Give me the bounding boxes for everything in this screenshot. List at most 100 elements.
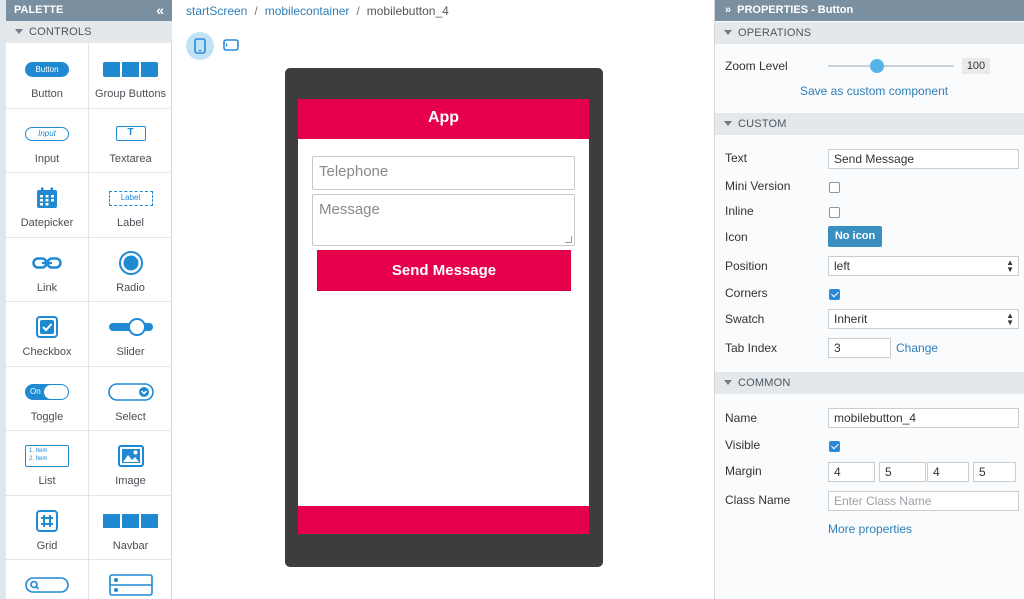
- list-icon-text-1: 1. Item: [29, 448, 48, 454]
- save-as-custom-component-link[interactable]: Save as custom component: [800, 84, 948, 98]
- search-icon: [6, 574, 88, 596]
- telephone-input[interactable]: Telephone: [312, 156, 575, 190]
- breadcrumb-start-screen[interactable]: startScreen: [186, 4, 247, 18]
- operations-section-header[interactable]: OPERATIONS: [715, 22, 1024, 44]
- zoom-slider-track[interactable]: [828, 65, 954, 67]
- input-icon-text: Input: [25, 126, 69, 141]
- tab-index-field[interactable]: 3: [828, 338, 891, 358]
- mini-version-checkbox[interactable]: [829, 182, 840, 193]
- palette-item-button[interactable]: Button Button: [6, 44, 89, 109]
- margin-left-field[interactable]: 5: [973, 462, 1016, 482]
- position-label: Position: [725, 259, 768, 273]
- palette-item-list[interactable]: 1. Item 2. Item List: [6, 431, 89, 496]
- palette-item-label: Datepicker: [20, 217, 74, 229]
- app-root: PALETTE « CONTROLS Button Button Group B…: [0, 0, 1024, 599]
- tab-index-label: Tab Index: [725, 341, 778, 355]
- portrait-view-button[interactable]: [186, 32, 214, 60]
- controls-section-header[interactable]: CONTROLS: [6, 21, 172, 43]
- properties-header: » PROPERTIES - Button: [715, 0, 1024, 21]
- corners-checkbox[interactable]: [829, 289, 840, 300]
- operations-section-title: OPERATIONS: [738, 27, 812, 39]
- palette-item-grid[interactable]: Grid: [6, 495, 89, 560]
- swatch-label: Swatch: [725, 312, 765, 326]
- palette-item-input[interactable]: Input Input: [6, 108, 89, 173]
- palette-item-link[interactable]: Link: [6, 237, 89, 302]
- margin-top-field[interactable]: 4: [828, 462, 875, 482]
- expand-right-icon[interactable]: »: [725, 4, 731, 16]
- breadcrumb-separator: /: [356, 4, 360, 18]
- phone-portrait-icon: [194, 38, 206, 54]
- button-icon: Button: [6, 58, 88, 80]
- palette-item-search[interactable]: [6, 560, 89, 599]
- breadcrumb-separator: /: [254, 4, 258, 18]
- palette-item-label: Checkbox: [22, 346, 72, 358]
- palette-item-label-control[interactable]: Label Label: [89, 173, 172, 238]
- palette-grid: Button Button Group Buttons Input Input …: [6, 44, 172, 599]
- landscape-view-button[interactable]: [222, 38, 240, 52]
- palette-item-image[interactable]: Image: [89, 431, 172, 496]
- margin-right-field[interactable]: 5: [879, 462, 926, 482]
- collapse-left-icon[interactable]: «: [156, 0, 164, 20]
- palette-item-form-list[interactable]: [89, 560, 172, 599]
- select-icon: [89, 381, 172, 403]
- app-footer[interactable]: [298, 506, 589, 534]
- palette-item-group-buttons[interactable]: Group Buttons: [89, 44, 172, 109]
- caret-down-icon: [724, 380, 732, 386]
- name-label: Name: [725, 411, 758, 425]
- palette-item-radio[interactable]: Radio: [89, 238, 172, 302]
- palette-item-label: Image: [115, 475, 146, 487]
- textarea-icon-text: T: [115, 126, 146, 141]
- toggle-icon-text: On: [30, 386, 41, 396]
- palette-item-label: Label: [117, 217, 144, 229]
- palette-item-label: Link: [36, 281, 58, 294]
- palette-item-navbar[interactable]: Navbar: [89, 496, 172, 560]
- margin-label: Margin: [725, 464, 762, 478]
- palette-item-datepicker[interactable]: Datepicker: [6, 173, 89, 238]
- palette-item-label: Group Buttons: [95, 88, 166, 100]
- palette-item-label: Grid: [36, 539, 58, 552]
- palette-item-select[interactable]: Select: [89, 367, 172, 431]
- text-field[interactable]: Send Message: [828, 149, 1019, 169]
- inline-checkbox[interactable]: [829, 207, 840, 218]
- message-textarea[interactable]: Message: [312, 194, 575, 246]
- resize-handle-icon[interactable]: [565, 236, 572, 243]
- send-message-button[interactable]: Send Message: [317, 250, 571, 291]
- zoom-level-value: 100: [962, 58, 990, 74]
- palette-item-toggle[interactable]: On Toggle: [6, 366, 89, 431]
- breadcrumb-mobilecontainer[interactable]: mobilecontainer: [265, 4, 350, 18]
- position-select[interactable]: left ▲ ▼: [828, 256, 1019, 276]
- palette-item-checkbox[interactable]: Checkbox: [6, 302, 89, 367]
- visible-checkbox[interactable]: [829, 441, 840, 452]
- palette-item-label: Select: [115, 410, 146, 423]
- properties-panel: » PROPERTIES - Button OPERATIONS Zoom Lev…: [714, 0, 1024, 599]
- class-name-label: Class Name: [725, 493, 791, 507]
- link-icon: [6, 252, 88, 274]
- palette-title: PALETTE: [14, 4, 64, 16]
- tab-index-change-link[interactable]: Change: [896, 341, 938, 355]
- zoom-slider-handle[interactable]: [870, 59, 884, 73]
- form-list-icon: [89, 574, 172, 596]
- class-name-field[interactable]: Enter Class Name: [828, 491, 1019, 511]
- palette-header: PALETTE «: [6, 0, 172, 21]
- design-canvas: startScreen / mobilecontainer / mobilebutton…: [172, 0, 714, 599]
- list-icon-text-2: 2. Item: [29, 456, 48, 462]
- button-icon-text: Button: [25, 61, 69, 77]
- palette-item-slider[interactable]: Slider: [89, 302, 172, 367]
- custom-section-title: CUSTOM: [738, 118, 787, 130]
- palette-item-textarea[interactable]: T Textarea: [89, 109, 172, 173]
- custom-section-header[interactable]: CUSTOM: [715, 113, 1024, 135]
- message-placeholder: Message: [319, 201, 380, 218]
- input-icon: Input: [6, 123, 88, 145]
- caret-down-icon: [724, 30, 732, 36]
- swatch-select[interactable]: Inherit ▲ ▼: [828, 309, 1019, 329]
- icon-label: Icon: [725, 230, 748, 244]
- common-section-header[interactable]: COMMON: [715, 372, 1024, 394]
- swatch-select-value: Inherit: [834, 312, 868, 326]
- app-header[interactable]: App: [298, 99, 589, 139]
- margin-bottom-field[interactable]: 4: [927, 462, 969, 482]
- no-icon-button[interactable]: No icon: [828, 226, 882, 247]
- breadcrumb: startScreen / mobilecontainer / mobilebutton…: [186, 4, 449, 18]
- name-field[interactable]: mobilebutton_4: [828, 408, 1019, 428]
- group-buttons-icon: [89, 58, 172, 80]
- more-properties-link[interactable]: More properties: [828, 522, 912, 536]
